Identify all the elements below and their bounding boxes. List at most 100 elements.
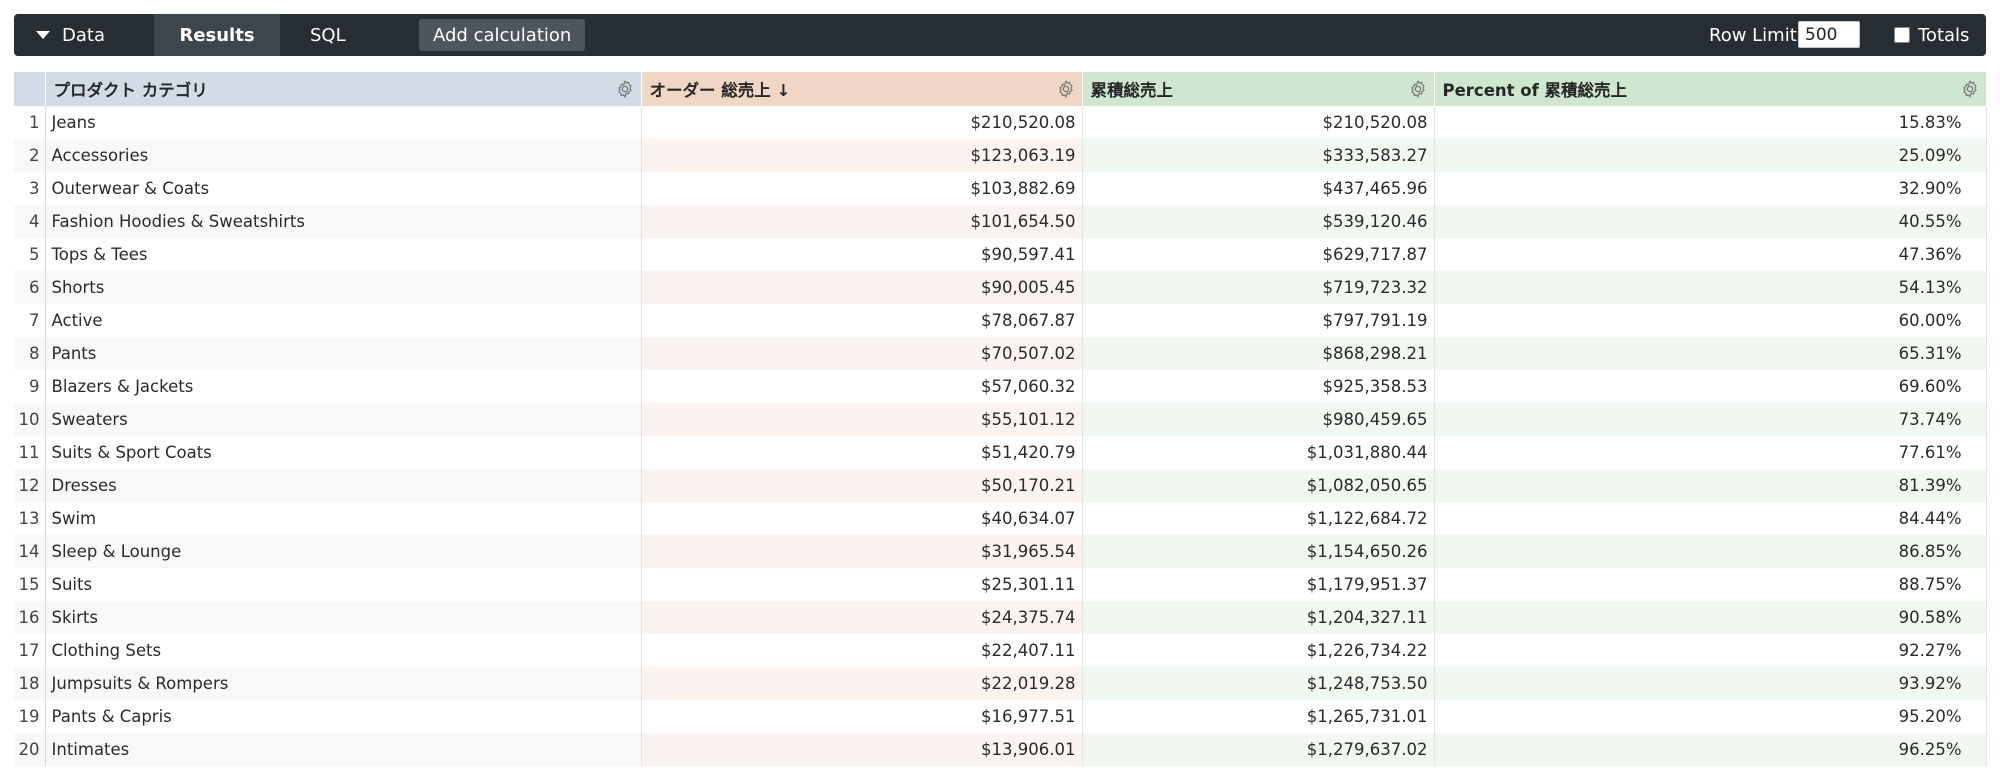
table-row: 12 Dresses $50,170.21 $1,082,050.65 81.39% — [14, 469, 1987, 502]
table-row: 6 Shorts $90,005.45 $719,723.32 54.13% — [14, 271, 1987, 304]
percent-cell: 15.83% — [1434, 106, 1987, 139]
category-cell: Fashion Hoodies & Sweatshirts — [45, 205, 642, 238]
sales-cell: $78,067.87 — [641, 304, 1083, 337]
row-limit-label: Row Limit — [1709, 24, 1797, 46]
column-header-label: プロダクト カテゴリ — [53, 81, 208, 100]
table-row: 1 Jeans $210,520.08 $210,520.08 15.83% — [14, 106, 1987, 139]
sales-cell: $57,060.32 — [641, 370, 1083, 403]
category-cell: Shorts — [45, 271, 642, 304]
sales-cell: $40,634.07 — [641, 502, 1083, 535]
row-number: 18 — [14, 667, 46, 700]
row-number-header — [14, 72, 46, 106]
percent-cell: 81.39% — [1434, 469, 1987, 502]
row-number: 3 — [14, 172, 46, 205]
cumulative-sales-cell: $629,717.87 — [1082, 238, 1435, 271]
sales-cell: $55,101.12 — [641, 403, 1083, 436]
sales-cell: $31,965.54 — [641, 535, 1083, 568]
percent-cell: 92.27% — [1434, 634, 1987, 667]
category-cell: Pants — [45, 337, 642, 370]
cumulative-sales-cell: $539,120.46 — [1082, 205, 1435, 238]
row-number: 2 — [14, 139, 46, 172]
row-number: 1 — [14, 106, 46, 139]
results-table: プロダクト カテゴリ オーダー 総売上 ↓ 累積総売上 Percent of 累… — [14, 72, 1987, 766]
sales-cell: $90,005.45 — [641, 271, 1083, 304]
cumulative-sales-cell: $1,154,650.26 — [1082, 535, 1435, 568]
row-number: 20 — [14, 733, 46, 766]
category-cell: Suits & Sport Coats — [45, 436, 642, 469]
category-cell: Active — [45, 304, 642, 337]
cumulative-sales-cell: $1,082,050.65 — [1082, 469, 1435, 502]
sales-cell: $210,520.08 — [641, 106, 1083, 139]
percent-cell: 77.61% — [1434, 436, 1987, 469]
percent-cell: 65.31% — [1434, 337, 1987, 370]
table-row: 18 Jumpsuits & Rompers $22,019.28 $1,248,75… — [14, 667, 1987, 700]
column-header-label: オーダー 総売上 ↓ — [649, 81, 791, 100]
row-number: 8 — [14, 337, 46, 370]
cumulative-sales-cell: $1,122,684.72 — [1082, 502, 1435, 535]
percent-cell: 40.55% — [1434, 205, 1987, 238]
row-number: 11 — [14, 436, 46, 469]
table-row: 15 Suits $25,301.11 $1,179,951.37 88.75% — [14, 568, 1987, 601]
cumulative-sales-cell: $1,179,951.37 — [1082, 568, 1435, 601]
table-row: 2 Accessories $123,063.19 $333,583.27 25.09% — [14, 139, 1987, 172]
cumulative-sales-cell: $333,583.27 — [1082, 139, 1435, 172]
gear-icon[interactable] — [1056, 79, 1076, 99]
sales-cell: $101,654.50 — [641, 205, 1083, 238]
row-limit-input[interactable] — [1798, 21, 1860, 48]
cumulative-sales-cell: $1,265,731.01 — [1082, 700, 1435, 733]
header-row: プロダクト カテゴリ オーダー 総売上 ↓ 累積総売上 Percent of 累… — [14, 72, 1987, 106]
category-cell: Swim — [45, 502, 642, 535]
table-row: 14 Sleep & Lounge $31,965.54 $1,154,650.26 8… — [14, 535, 1987, 568]
gear-icon[interactable] — [1408, 79, 1428, 99]
percent-cell: 25.09% — [1434, 139, 1987, 172]
tab-results[interactable]: Results — [154, 14, 280, 56]
column-header-sales[interactable]: オーダー 総売上 ↓ — [641, 72, 1083, 106]
category-cell: Outerwear & Coats — [45, 172, 642, 205]
table-row: 11 Suits & Sport Coats $51,420.79 $1,031,88… — [14, 436, 1987, 469]
tab-sql[interactable]: SQL — [310, 14, 346, 56]
category-cell: Tops & Tees — [45, 238, 642, 271]
cumulative-sales-cell: $1,248,753.50 — [1082, 667, 1435, 700]
data-label: Data — [62, 24, 105, 46]
percent-cell: 88.75% — [1434, 568, 1987, 601]
sales-cell: $70,507.02 — [641, 337, 1083, 370]
table-row: 17 Clothing Sets $22,407.11 $1,226,734.22 92… — [14, 634, 1987, 667]
table-row: 5 Tops & Tees $90,597.41 $629,717.87 47.36% — [14, 238, 1987, 271]
category-cell: Pants & Capris — [45, 700, 642, 733]
table-row: 9 Blazers & Jackets $57,060.32 $925,358.53 6… — [14, 370, 1987, 403]
category-cell: Jeans — [45, 106, 642, 139]
results-table-body: 1 Jeans $210,520.08 $210,520.08 15.83% 2 Acces… — [14, 106, 1987, 766]
category-cell: Sweaters — [45, 403, 642, 436]
column-header-cumulative[interactable]: 累積総売上 — [1082, 72, 1435, 106]
percent-cell: 93.92% — [1434, 667, 1987, 700]
row-number: 16 — [14, 601, 46, 634]
column-header-percent[interactable]: Percent of 累積総売上 — [1434, 72, 1987, 106]
data-section-toggle[interactable]: Data — [36, 14, 105, 56]
gear-icon[interactable] — [615, 79, 635, 99]
table-row: 13 Swim $40,634.07 $1,122,684.72 84.44% — [14, 502, 1987, 535]
row-number: 9 — [14, 370, 46, 403]
cumulative-sales-cell: $868,298.21 — [1082, 337, 1435, 370]
category-cell: Suits — [45, 568, 642, 601]
category-cell: Intimates — [45, 733, 642, 766]
cumulative-sales-cell: $980,459.65 — [1082, 403, 1435, 436]
cumulative-sales-cell: $1,031,880.44 — [1082, 436, 1435, 469]
percent-cell: 96.25% — [1434, 733, 1987, 766]
gear-icon[interactable] — [1960, 79, 1980, 99]
column-header-label: 累積総売上 — [1090, 81, 1174, 100]
column-header-category[interactable]: プロダクト カテゴリ — [45, 72, 642, 106]
category-cell: Blazers & Jackets — [45, 370, 642, 403]
table-row: 7 Active $78,067.87 $797,791.19 60.00% — [14, 304, 1987, 337]
row-number: 12 — [14, 469, 46, 502]
table-row: 20 Intimates $13,906.01 $1,279,637.02 96.25% — [14, 733, 1987, 766]
table-row: 4 Fashion Hoodies & Sweatshirts $101,654.5… — [14, 205, 1987, 238]
percent-cell: 84.44% — [1434, 502, 1987, 535]
row-number: 14 — [14, 535, 46, 568]
table-row: 16 Skirts $24,375.74 $1,204,327.11 90.58% — [14, 601, 1987, 634]
totals-checkbox[interactable] — [1894, 27, 1910, 43]
row-number: 6 — [14, 271, 46, 304]
percent-cell: 47.36% — [1434, 238, 1987, 271]
table-row: 10 Sweaters $55,101.12 $980,459.65 73.74% — [14, 403, 1987, 436]
column-header-label: Percent of 累積総売上 — [1442, 81, 1628, 100]
add-calculation-button[interactable]: Add calculation — [419, 19, 586, 51]
